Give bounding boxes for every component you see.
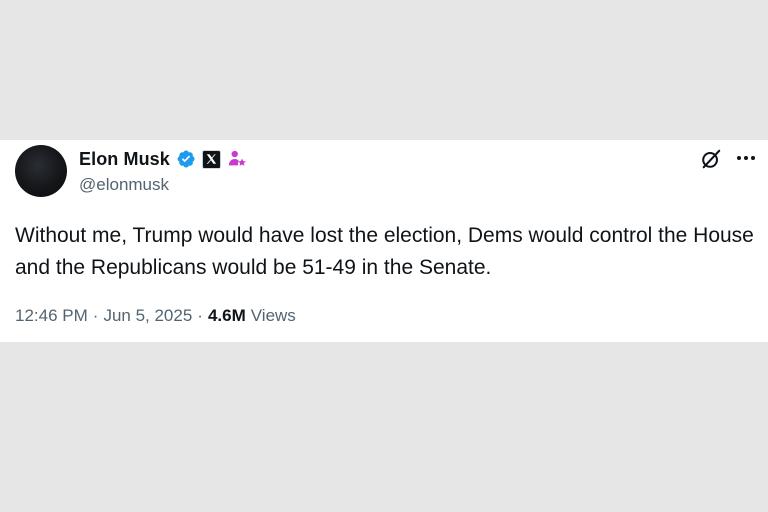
avatar[interactable] <box>15 145 67 197</box>
author-handle[interactable]: @elonmusk <box>79 175 169 195</box>
verified-badge-icon[interactable] <box>176 149 196 169</box>
views-label[interactable]: Views <box>251 306 296 326</box>
tweet-card: Elon Musk @elonmusk Without me, Trump wo… <box>0 140 768 342</box>
author-name-row: Elon Musk <box>79 148 247 170</box>
tweet-date[interactable]: Jun 5, 2025 <box>103 306 192 326</box>
more-options-icon[interactable] <box>735 150 757 166</box>
x-affiliation-icon[interactable] <box>201 149 221 169</box>
tweet-text: Without me, Trump would have lost the el… <box>15 224 754 279</box>
views-count[interactable]: 4.6M <box>208 306 246 326</box>
agent-figure-icon <box>228 150 246 166</box>
meta-separator: · <box>92 306 99 325</box>
meta-separator: · <box>197 306 203 325</box>
author-display-name[interactable]: Elon Musk <box>79 149 170 170</box>
grok-icon[interactable] <box>700 148 722 170</box>
tweet-time[interactable]: 12:46 PM <box>15 306 88 326</box>
tweet-meta: 12:46 PM · Jun 5, 2025 · 4.6M Views <box>15 306 296 326</box>
